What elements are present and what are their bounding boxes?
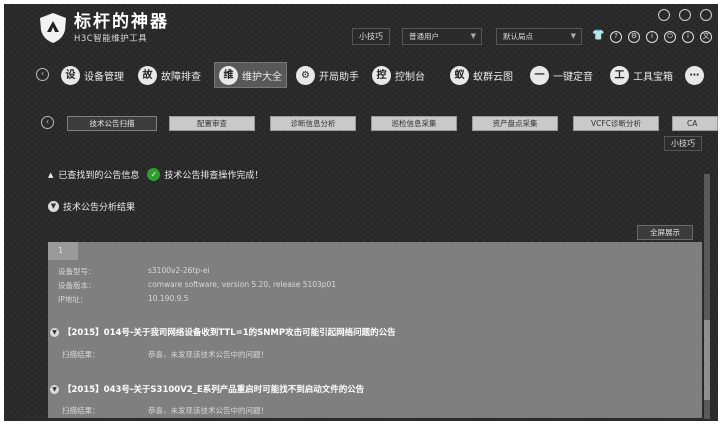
tab-tech-notice-scan[interactable]: 技术公告扫描 xyxy=(67,116,157,131)
about-icon[interactable]: i xyxy=(682,31,694,43)
ip-address-row: IP地址： 10.190.9.5 xyxy=(58,294,189,305)
chevron-down-circle-icon: ▼ xyxy=(50,384,59,394)
nav-label: 开局助手 xyxy=(319,71,359,83)
nav-item-device-management[interactable]: 设 设备管理 xyxy=(61,62,124,88)
vertical-scrollbar[interactable] xyxy=(704,174,710,419)
nav-label: 故障排查 xyxy=(161,71,201,83)
notice-item[interactable]: ▼ 【2015】014号-关于我司网络设备收到TTL=1的SNMP攻击可能引起网… xyxy=(50,326,396,338)
tab-diagnosis-analysis[interactable]: 诊断信息分析 xyxy=(270,116,356,131)
device-model-label: 设备型号： xyxy=(58,267,96,276)
console-icon: 控 xyxy=(372,65,391,85)
more-icon: ⋯ xyxy=(685,65,704,85)
nav-item-more[interactable]: ⋯ xyxy=(685,62,704,88)
found-notices-row[interactable]: ▲ 已查找到的公告信息 ✓ 技术公告排查操作完成！ xyxy=(48,168,263,181)
device-version-label: 设备版本： xyxy=(58,281,96,290)
ip-address-label: IP地址： xyxy=(58,295,88,304)
site-value: 默认局点 xyxy=(503,32,533,41)
result-tab-1[interactable]: 1 xyxy=(48,242,78,260)
site-select[interactable]: 默认局点 ▼ xyxy=(496,28,582,45)
scan-result-value: 恭喜，未发现该技术公告中的问题！ xyxy=(148,406,268,415)
device-model-row: 设备型号： s3100v2-26tp-ei xyxy=(58,266,210,277)
power-icon[interactable]: ⏻ xyxy=(664,31,676,43)
device-version-row: 设备版本： comware software, version 5.20, re… xyxy=(58,280,336,291)
result-panel: 1 设备型号： s3100v2-26tp-ei 设备版本： comware so… xyxy=(48,242,702,418)
tips-button[interactable]: 小技巧 xyxy=(352,28,390,45)
device-version-value: comware software, version 5.20, release … xyxy=(148,280,337,289)
tab-ca[interactable]: CA xyxy=(672,116,718,131)
language-icon[interactable]: 文 xyxy=(700,31,712,43)
nav-item-troubleshoot[interactable]: 故 故障排查 xyxy=(138,62,201,88)
nav-label: 蚁群云图 xyxy=(473,71,513,83)
scan-result-row: 扫描结果： 恭喜，未发现该技术公告中的问题！ xyxy=(62,349,268,360)
device-model-value: s3100v2-26tp-ei xyxy=(148,266,210,275)
help-icon[interactable]: ? xyxy=(610,31,622,43)
app-window: 标杆的神器 H3C智能维护工具 小技巧 普通用户 ▼ 默认局点 ▼ 👕 ? ⚙ … xyxy=(4,4,718,421)
user-type-select[interactable]: 普通用户 ▼ xyxy=(402,28,482,45)
cloud-map-icon: 蚁 xyxy=(450,65,469,85)
user-type-value: 普通用户 xyxy=(409,32,439,41)
toolbox-icon: 工 xyxy=(610,65,629,85)
scan-result-row: 扫描结果： 恭喜，未发现该技术公告中的问题！ xyxy=(62,405,268,416)
nav-item-setup-assistant[interactable]: ⚙ 开局助手 xyxy=(296,62,359,88)
shirt-icon[interactable]: 👕 xyxy=(592,31,604,43)
settings-icon[interactable]: ⚙ xyxy=(628,31,640,43)
nav-prev-arrow-icon[interactable]: ‹ xyxy=(36,68,49,81)
notice-item[interactable]: ▼ 【2015】043号-关于S3100V2_E系列产品重启时可能找不到启动文件… xyxy=(50,383,364,395)
nav-label: 工具宝箱 xyxy=(633,71,673,83)
notice-title: 【2015】014号-关于我司网络设备收到TTL=1的SNMP攻击可能引起网络问… xyxy=(63,328,396,338)
tab-config-review[interactable]: 配置审查 xyxy=(169,116,255,131)
nav-item-maintenance[interactable]: 维 维护大全 xyxy=(214,62,287,88)
nav-item-one-click[interactable]: 一 一键定音 xyxy=(530,62,593,88)
chevron-down-icon: ▼ xyxy=(570,32,576,40)
tab-vcfc-analysis[interactable]: VCFC诊断分析 xyxy=(573,116,659,131)
restore-icon[interactable] xyxy=(679,9,691,21)
tab-asset-inventory[interactable]: 资产盘点采集 xyxy=(472,116,558,131)
nav-item-toolbox[interactable]: 工 工具宝箱 xyxy=(610,62,673,88)
status-message: 技术公告排查操作完成！ xyxy=(164,171,264,181)
scan-result-value: 恭喜，未发现该技术公告中的问题！ xyxy=(148,350,268,359)
nav-label: 维护大全 xyxy=(242,71,282,83)
analysis-result-label: 技术公告分析结果 xyxy=(63,203,136,213)
nav-label: 设备管理 xyxy=(84,71,124,83)
chevron-down-icon: ▼ xyxy=(470,32,476,40)
tips-tooltip: 小技巧 xyxy=(664,136,702,151)
shield-logo-icon xyxy=(40,13,66,43)
main-nav: ‹ 设 设备管理 故 故障排查 维 维护大全 ⚙ 开局助手 控 控制台 蚁 蚁群… xyxy=(4,60,718,90)
collapse-arrow-icon: ▲ xyxy=(48,170,54,179)
nav-item-cloud-map[interactable]: 蚁 蚁群云图 xyxy=(450,62,513,88)
nav-label: 控制台 xyxy=(395,71,425,83)
chevron-down-circle-icon: ▼ xyxy=(50,327,59,337)
scan-result-label: 扫描结果： xyxy=(62,406,100,415)
app-title: 标杆的神器 xyxy=(74,11,169,32)
notice-title: 【2015】043号-关于S3100V2_E系列产品重启时可能找不到启动文件的公… xyxy=(63,385,365,395)
maintenance-icon: 维 xyxy=(219,65,238,85)
analysis-result-header[interactable]: ▼ 技术公告分析结果 xyxy=(48,200,135,213)
setup-assistant-icon: ⚙ xyxy=(296,65,315,85)
info-icon[interactable]: i xyxy=(646,31,658,43)
device-management-icon: 设 xyxy=(61,65,80,85)
fullscreen-button[interactable]: 全屏展示 xyxy=(637,225,693,240)
minimize-icon[interactable] xyxy=(658,9,670,21)
sub-tab-bar: ‹ 技术公告扫描 配置审查 诊断信息分析 巡检信息采集 资产盘点采集 VCFC诊… xyxy=(4,114,718,132)
troubleshoot-icon: 故 xyxy=(138,65,157,85)
close-icon[interactable] xyxy=(700,9,712,21)
app-logo: 标杆的神器 H3C智能维护工具 xyxy=(38,12,169,44)
chevron-down-circle-icon: ▼ xyxy=(48,201,59,212)
nav-item-console[interactable]: 控 控制台 xyxy=(372,62,425,88)
app-subtitle: H3C智能维护工具 xyxy=(74,33,148,44)
subtab-prev-arrow-icon[interactable]: ‹ xyxy=(41,116,54,129)
one-click-icon: 一 xyxy=(530,65,549,85)
scrollbar-thumb[interactable] xyxy=(704,320,710,400)
tab-inspection-collect[interactable]: 巡检信息采集 xyxy=(371,116,457,131)
scan-result-label: 扫描结果： xyxy=(62,350,100,359)
nav-label: 一键定音 xyxy=(553,71,593,83)
ip-address-value: 10.190.9.5 xyxy=(148,294,189,303)
found-notices-label: 已查找到的公告信息 xyxy=(58,171,140,181)
success-check-icon: ✓ xyxy=(147,168,161,181)
